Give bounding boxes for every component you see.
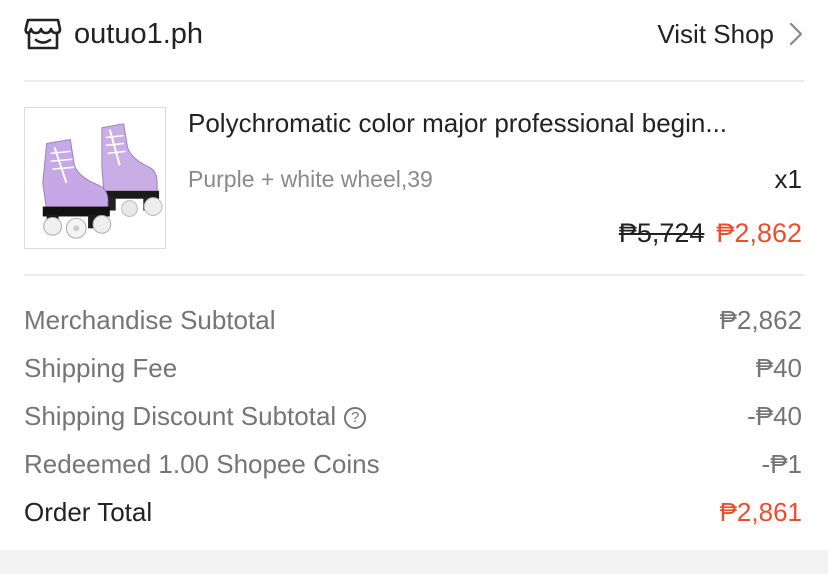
shipping-discount-row: Shipping Discount Subtotal? -₱40 [24, 392, 802, 440]
shop-icon [24, 17, 62, 51]
merchandise-subtotal-label: Merchandise Subtotal [24, 304, 276, 335]
coins-row: Redeemed 1.00 Shopee Coins -₱1 [24, 440, 802, 488]
merchandise-subtotal-value: ₱2,862 [719, 304, 802, 335]
order-total-label: Order Total [24, 496, 153, 527]
roller-skates-image [42, 123, 163, 239]
shop-link[interactable]: outuo1.ph [24, 17, 203, 51]
merchandise-subtotal-row: Merchandise Subtotal ₱2,862 [24, 296, 802, 344]
chevron-right-icon [788, 21, 804, 47]
visit-shop-button[interactable]: Visit Shop [657, 19, 804, 50]
shipping-discount-label: Shipping Discount Subtotal [24, 400, 337, 431]
coins-value: -₱1 [761, 448, 802, 479]
shipping-fee-value: ₱40 [755, 352, 802, 383]
product-thumbnail[interactable] [24, 107, 166, 249]
product-price: ₱5,724 ₱2,862 [619, 218, 802, 249]
shop-name: outuo1.ph [74, 17, 204, 50]
coins-label: Redeemed 1.00 Shopee Coins [24, 448, 380, 479]
shipping-discount-label-wrap: Shipping Discount Subtotal? [24, 400, 367, 432]
order-total-row: Order Total ₱2,861 [24, 488, 802, 536]
sale-price: ₱2,862 [716, 218, 802, 248]
order-card: outuo1.ph Visit Shop Polychromatic color… [0, 0, 828, 550]
product-quantity: x1 [774, 164, 802, 194]
shop-header: outuo1.ph Visit Shop [24, 10, 804, 58]
order-total-value: ₱2,861 [719, 496, 802, 527]
product-variant: Purple + white wheel,39 [188, 166, 433, 192]
help-icon[interactable]: ? [344, 406, 367, 429]
payment-summary: Merchandise Subtotal ₱2,862 Shipping Fee… [24, 296, 802, 536]
divider [24, 80, 804, 82]
shipping-discount-value: -₱40 [747, 400, 802, 431]
divider [24, 274, 804, 276]
shipping-fee-label: Shipping Fee [24, 352, 178, 383]
visit-shop-label: Visit Shop [657, 18, 774, 49]
original-price: ₱5,724 [618, 218, 705, 248]
bottom-separator [0, 550, 828, 574]
product-title[interactable]: Polychromatic color major professional b… [188, 108, 804, 139]
shipping-fee-row: Shipping Fee ₱40 [24, 344, 802, 392]
